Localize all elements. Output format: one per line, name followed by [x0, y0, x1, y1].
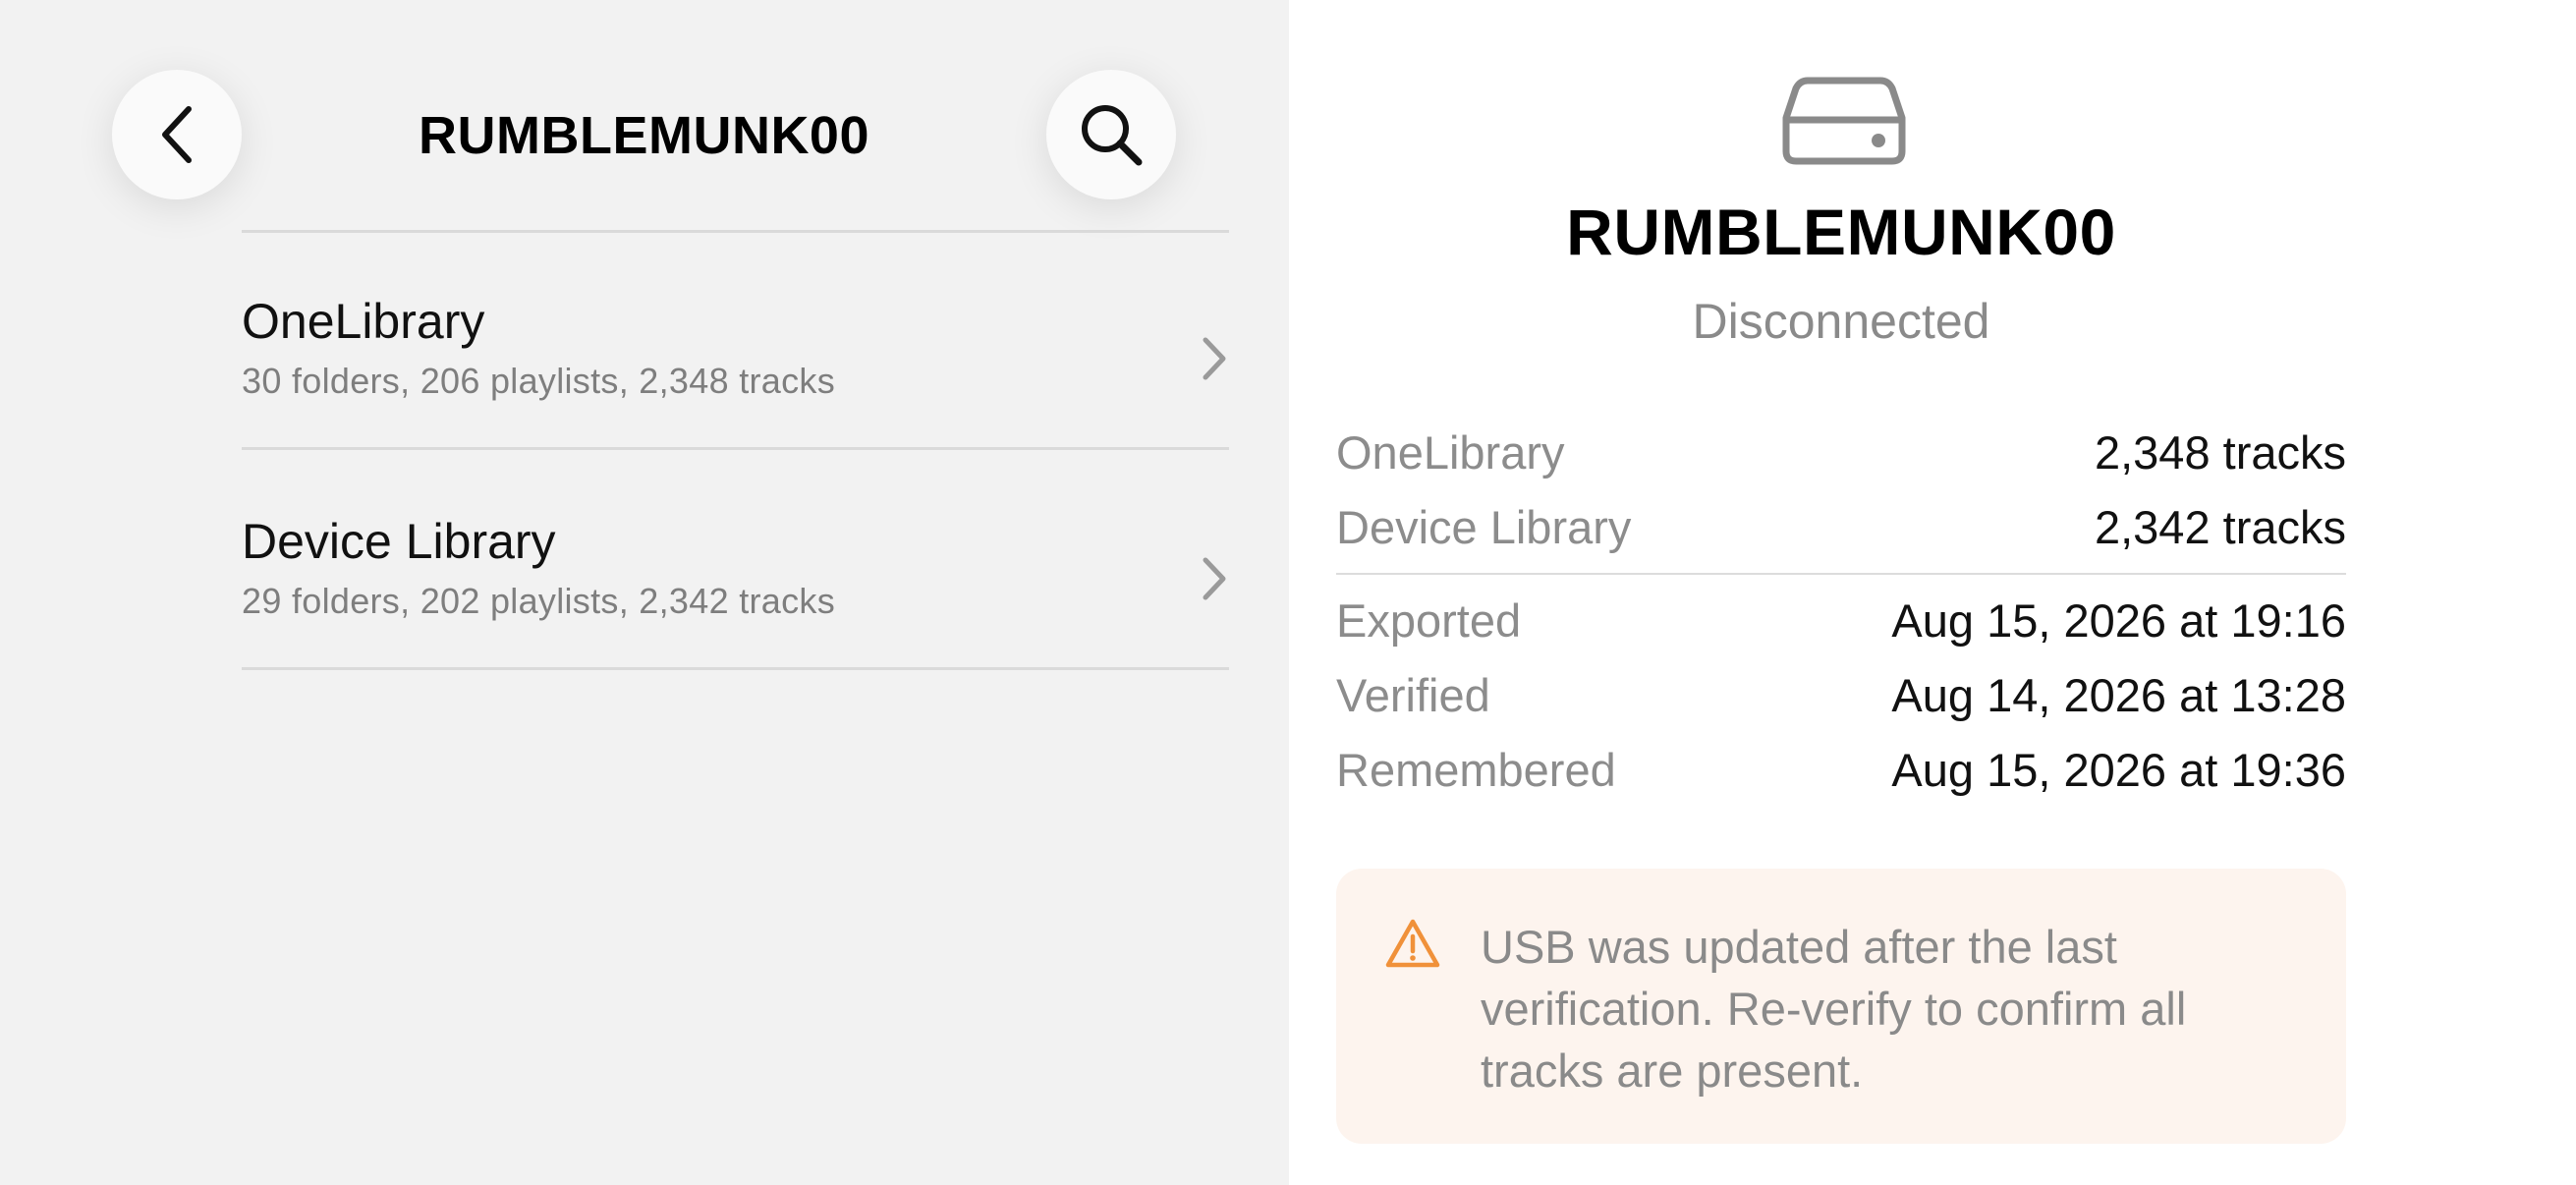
divider [242, 447, 1229, 450]
library-summary: 29 folders, 202 playlists, 2,342 tracks [242, 581, 836, 621]
library-list-pane: RUMBLEMUNK00 OneLibrary 30 folders, 206 … [0, 0, 1289, 1185]
date-value: Aug 14, 2026 at 13:28 [1891, 669, 2346, 721]
date-row-remembered: Remembered Aug 15, 2026 at 19:36 [1336, 739, 2346, 802]
date-label: Exported [1336, 594, 1522, 647]
search-icon [1082, 105, 1143, 166]
count-value: 2,348 tracks [2094, 426, 2346, 479]
device-name: RUMBLEMUNK00 [1566, 196, 2116, 268]
library-summary: 30 folders, 206 playlists, 2,348 tracks [242, 361, 836, 401]
chevron-left-icon [162, 106, 192, 163]
count-label: OneLibrary [1336, 426, 1565, 479]
library-title: Device Library [242, 514, 556, 569]
warning-message: USB was updated after the last verificat… [1481, 921, 2187, 1097]
date-label: Verified [1336, 669, 1490, 721]
divider [242, 230, 1229, 233]
library-title: OneLibrary [242, 294, 485, 349]
page-title: RUMBLEMUNK00 [418, 106, 869, 165]
warning-icon [1385, 919, 1440, 968]
verification-warning: USB was updated after the last verificat… [1336, 869, 2346, 1144]
count-row-onelibrary: OneLibrary 2,348 tracks [1336, 422, 2346, 484]
connection-status: Disconnected [1692, 294, 1990, 349]
count-row-device-library: Device Library 2,342 tracks [1336, 496, 2346, 559]
chevron-right-icon [1203, 557, 1226, 600]
divider [242, 667, 1229, 670]
library-row-onelibrary[interactable]: OneLibrary 30 folders, 206 playlists, 2,… [242, 291, 1229, 507]
device-detail-pane: RUMBLEMUNK00 Disconnected OneLibrary 2,3… [1289, 0, 2576, 1185]
date-label: Remembered [1336, 744, 1616, 796]
divider [1336, 573, 2346, 575]
back-button[interactable] [112, 70, 242, 199]
date-value: Aug 15, 2026 at 19:16 [1891, 594, 2346, 647]
drive-icon [1782, 77, 1906, 165]
search-button[interactable] [1046, 70, 1176, 199]
library-row-device-library[interactable]: Device Library 29 folders, 202 playlists… [242, 511, 1229, 727]
count-label: Device Library [1336, 501, 1632, 553]
count-value: 2,342 tracks [2094, 501, 2346, 553]
date-row-verified: Verified Aug 14, 2026 at 13:28 [1336, 664, 2346, 727]
date-row-exported: Exported Aug 15, 2026 at 19:16 [1336, 590, 2346, 652]
app-root: RUMBLEMUNK00 OneLibrary 30 folders, 206 … [0, 0, 2576, 1185]
date-value: Aug 15, 2026 at 19:36 [1891, 744, 2346, 796]
chevron-right-icon [1203, 337, 1226, 380]
